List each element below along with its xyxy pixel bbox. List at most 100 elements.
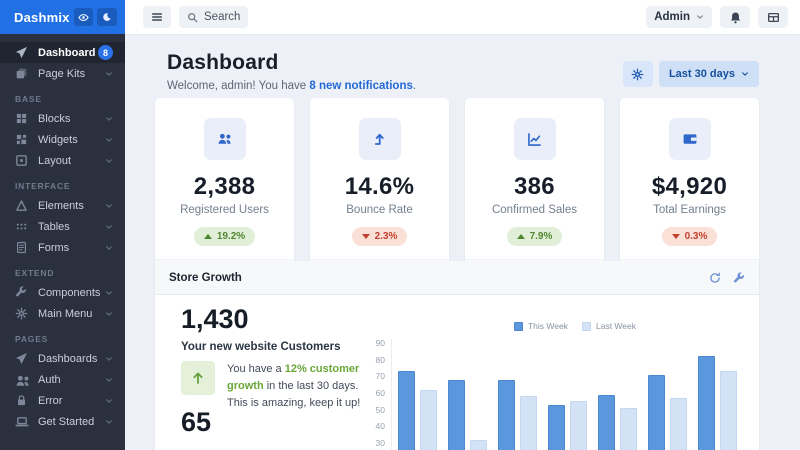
- apps-button[interactable]: [758, 6, 788, 28]
- users-icon: [15, 373, 29, 387]
- stat-card: $4,920Total Earnings0.3%Withdrawal optio…: [620, 98, 759, 288]
- ytick-label: 70: [343, 371, 385, 381]
- chevron-down-icon: [105, 202, 113, 210]
- sidebar-item-error[interactable]: Error: [0, 390, 125, 411]
- widgets-icon: [15, 133, 29, 147]
- chart-line-icon: [514, 118, 556, 160]
- secondary-metric-value: 65: [181, 407, 211, 438]
- nav-section-label: PAGES: [0, 333, 125, 345]
- date-range-button[interactable]: Last 30 days: [659, 61, 759, 87]
- chevron-down-icon: [105, 355, 113, 363]
- bar-this-week: [498, 380, 515, 450]
- chevron-down-icon: [105, 244, 113, 252]
- sidebar-item-widgets[interactable]: Widgets: [0, 129, 125, 150]
- stat-value: 386: [465, 173, 604, 201]
- sidebar-item-tables[interactable]: Tables: [0, 216, 125, 237]
- tables-icon: [15, 220, 29, 234]
- sidebar-item-label: Auth: [38, 374, 105, 386]
- blocks-icon: [15, 112, 29, 126]
- bar-this-week: [698, 356, 715, 450]
- sidebar-item-dashboards[interactable]: Dashboards: [0, 348, 125, 369]
- sidebar-item-dashboard[interactable]: Dashboard8: [0, 42, 125, 63]
- customers-metric-value: 1,430: [181, 304, 249, 335]
- ytick-label: 30: [343, 438, 385, 448]
- sidebar-item-label: Dashboards: [38, 353, 105, 365]
- legend-swatch: [582, 322, 591, 331]
- sidebar-item-label: Blocks: [38, 113, 105, 125]
- menu-toggle-button[interactable]: [143, 6, 171, 28]
- sidebar-item-label: Components: [38, 287, 105, 299]
- sidebar-item-forms[interactable]: Forms: [0, 237, 125, 258]
- sidebar-item-label: Elements: [38, 200, 105, 212]
- bar-this-week: [598, 395, 615, 450]
- bar-last-week: [520, 396, 537, 450]
- ytick-label: 40: [343, 421, 385, 431]
- users-icon: [204, 118, 246, 160]
- wallet-icon: [669, 118, 711, 160]
- refresh-icon[interactable]: [709, 272, 721, 284]
- stat-card: 386Confirmed Sales7.9%View all sales: [465, 98, 604, 288]
- legend-item[interactable]: Last Week: [582, 321, 636, 331]
- search-icon: [187, 12, 198, 23]
- sidebar-item-components[interactable]: Components: [0, 282, 125, 303]
- stat-label: Confirmed Sales: [465, 204, 604, 216]
- bar-this-week: [648, 375, 665, 450]
- user-label: Admin: [654, 11, 690, 23]
- chart-y-axis: [391, 339, 392, 450]
- bar-last-week: [420, 390, 437, 450]
- sidebar-item-layout[interactable]: Layout: [0, 150, 125, 171]
- sidebar-item-label: Tables: [38, 221, 105, 233]
- sidebar-item-get-started[interactable]: Get Started: [0, 411, 125, 432]
- menu-icon: [151, 11, 163, 23]
- legend-label: Last Week: [596, 321, 636, 331]
- laptop-icon: [15, 415, 29, 429]
- chevron-down-icon: [105, 136, 113, 144]
- ytick-label: 60: [343, 388, 385, 398]
- bar-last-week: [620, 408, 637, 450]
- stat-value: $4,920: [620, 173, 759, 201]
- sidebar-item-label: Dashboard: [38, 47, 98, 59]
- delta-badge: 2.3%: [352, 227, 408, 246]
- stat-value: 14.6%: [310, 173, 449, 201]
- notifications-button[interactable]: [720, 6, 750, 28]
- eye-icon[interactable]: [74, 8, 94, 26]
- sidebar-item-auth[interactable]: Auth: [0, 369, 125, 390]
- sidebar-item-label: Get Started: [38, 416, 105, 428]
- brand-logo: Dashmix: [14, 10, 70, 25]
- legend-item[interactable]: This Week: [514, 321, 568, 331]
- chevron-down-icon: [741, 70, 749, 78]
- sidebar: Dashmix Dashboard8Page KitsBASEBlocksWid…: [0, 0, 125, 450]
- settings-button[interactable]: [623, 61, 653, 87]
- nav-section-label: BASE: [0, 93, 125, 105]
- sidebar-item-label: Error: [38, 395, 105, 407]
- chevron-down-icon: [105, 157, 113, 165]
- stat-label: Registered Users: [155, 204, 294, 216]
- wrench-icon[interactable]: [733, 272, 745, 284]
- delta-value: 2.3%: [375, 231, 398, 242]
- lock-icon: [15, 394, 29, 408]
- bar-this-week: [448, 380, 465, 450]
- gear-icon: [15, 307, 29, 321]
- layout-icon: [15, 154, 29, 168]
- sidebar-item-page-kits[interactable]: Page Kits: [0, 63, 125, 84]
- chevron-down-icon: [105, 223, 113, 231]
- stat-cards-row: 2,388Registered Users19.2%View all users…: [155, 98, 759, 288]
- panel-body: 1,430 Your new website Customers You hav…: [155, 295, 759, 450]
- sidebar-item-elements[interactable]: Elements: [0, 195, 125, 216]
- customers-metric-label: Your new website Customers: [181, 341, 341, 353]
- sidebar-item-main-menu[interactable]: Main Menu: [0, 303, 125, 324]
- topbar: Search Admin: [125, 0, 800, 34]
- bar-chart: [395, 343, 755, 450]
- notifications-link[interactable]: 8 new notifications: [309, 80, 413, 92]
- moon-icon[interactable]: [97, 8, 117, 26]
- sidebar-item-blocks[interactable]: Blocks: [0, 108, 125, 129]
- sidebar-item-label: Forms: [38, 242, 105, 254]
- wrench-icon: [15, 286, 29, 300]
- panel-header: Store Growth: [155, 261, 759, 295]
- chevron-down-icon: [105, 70, 113, 78]
- notification-count-badge: 8: [98, 45, 113, 60]
- paper-plane-icon: [15, 352, 29, 366]
- search-button[interactable]: Search: [179, 6, 248, 28]
- user-menu-button[interactable]: Admin: [646, 6, 712, 28]
- page-title: Dashboard: [167, 51, 416, 75]
